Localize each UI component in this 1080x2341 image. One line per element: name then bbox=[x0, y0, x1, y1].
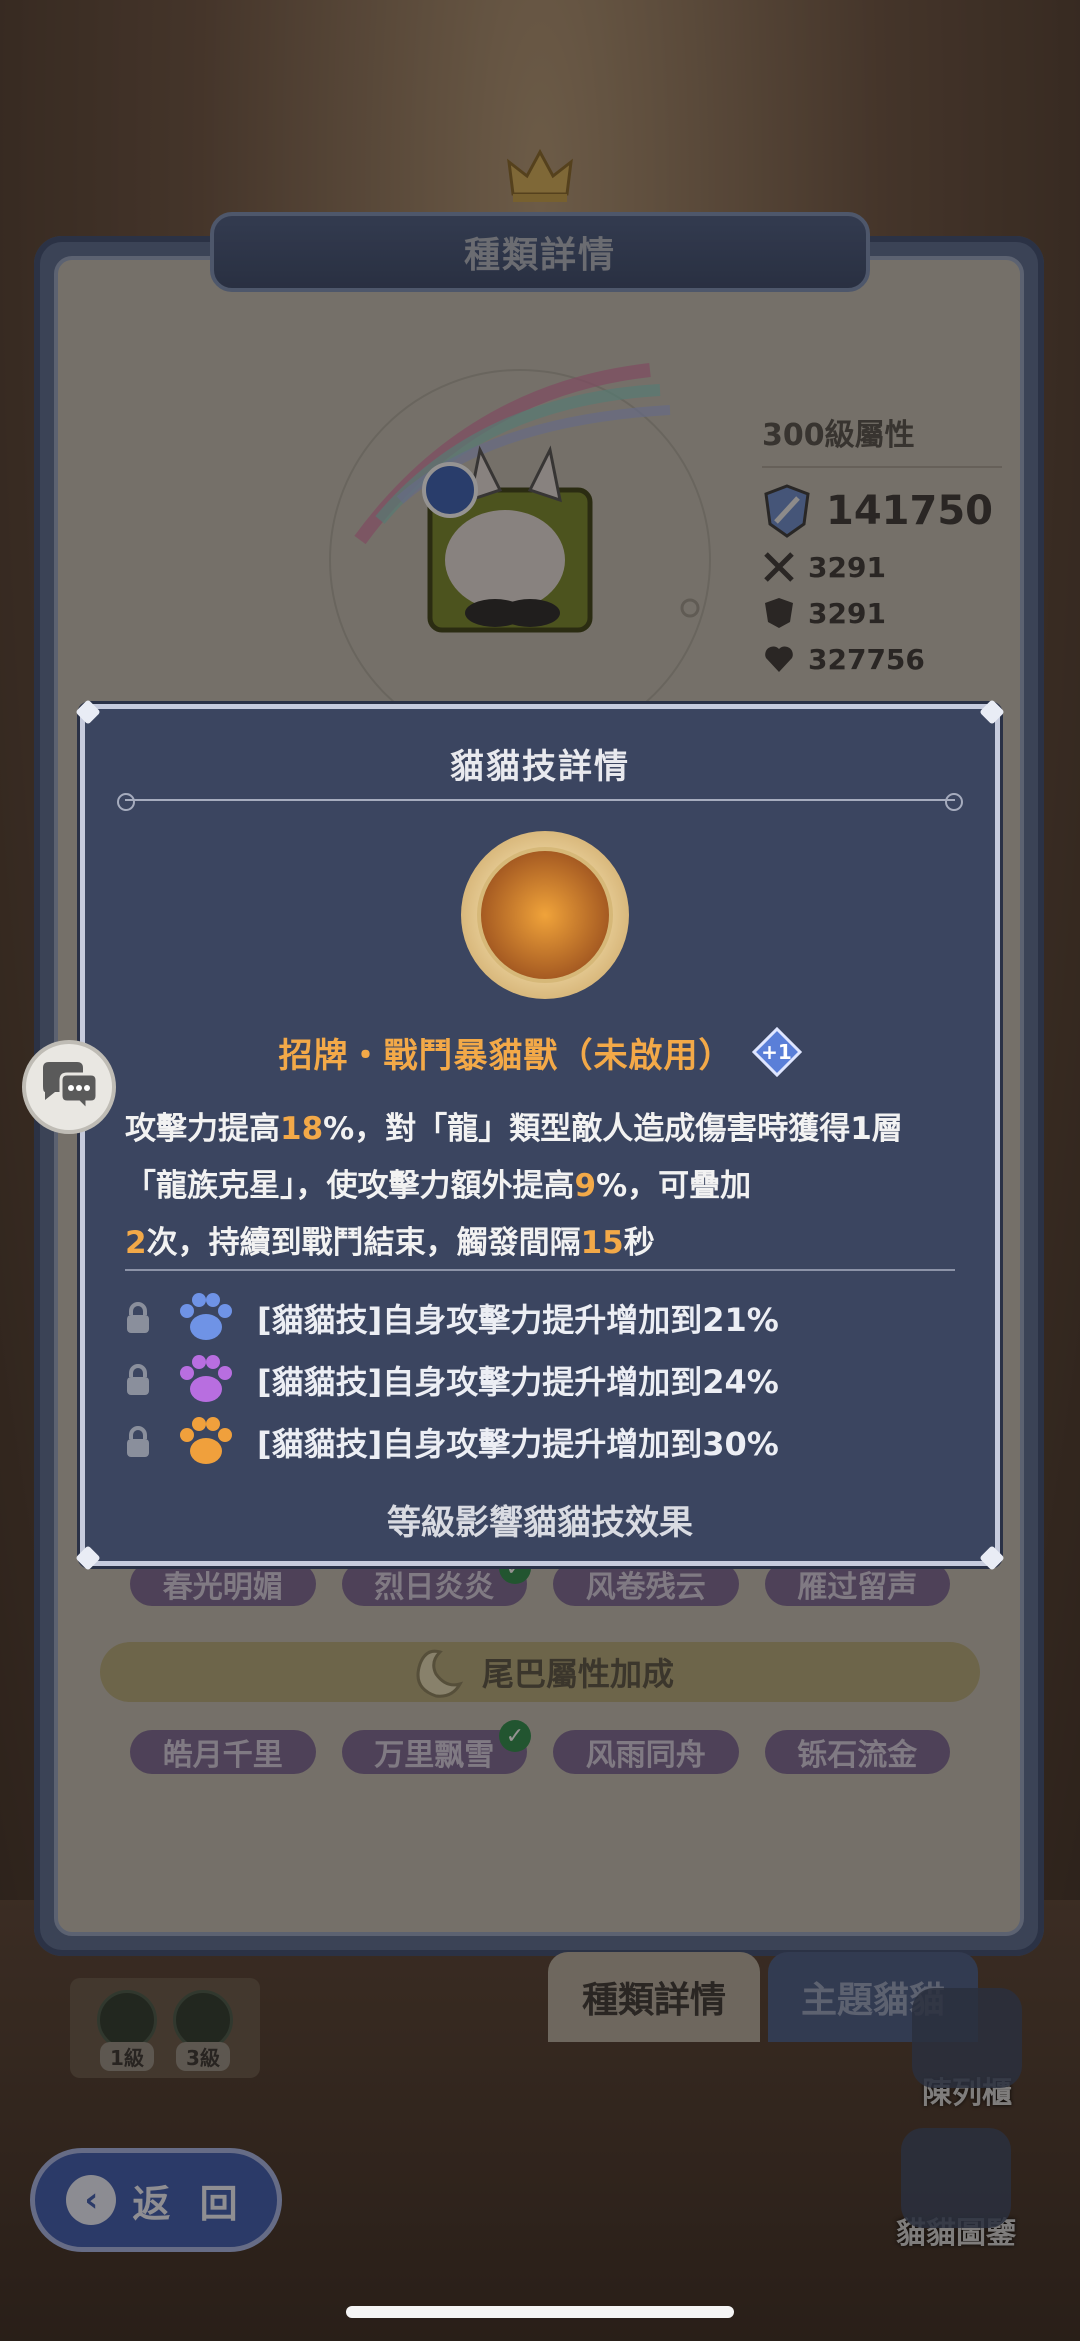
purple-paw-icon bbox=[180, 1355, 232, 1402]
skill-icon bbox=[461, 831, 629, 999]
title-divider bbox=[117, 793, 963, 811]
description-divider bbox=[125, 1269, 955, 1271]
bonus-text: [貓貓技]自身攻擊力提升增加到24% bbox=[257, 1363, 779, 1401]
skill-description: 攻擊力提高18%，對「龍」類型敵人造成傷害時獲得1層「龍族克星」，使攻擊力額外提… bbox=[125, 1111, 903, 1261]
lock-icon bbox=[127, 1426, 149, 1457]
skill-bonus-row: [貓貓技]自身攻擊力提升增加到24% bbox=[121, 1353, 779, 1407]
plus-one-badge[interactable]: +1 bbox=[751, 1026, 802, 1078]
highlight-value: 15 bbox=[580, 1225, 624, 1261]
highlight-value: 9 bbox=[574, 1168, 597, 1204]
skill-name: 招牌・戰鬥暴貓獸（未啟用） bbox=[278, 1035, 734, 1076]
lock-icon bbox=[127, 1302, 149, 1333]
level-effect-note: 等級影響貓貓技效果 bbox=[387, 1503, 693, 1543]
home-indicator[interactable] bbox=[346, 2306, 734, 2318]
bonus-text: [貓貓技]自身攻擊力提升增加到21% bbox=[257, 1301, 779, 1339]
chat-button[interactable] bbox=[22, 1040, 116, 1134]
bonus-text: [貓貓技]自身攻擊力提升增加到30% bbox=[257, 1425, 779, 1463]
chat-bubbles-icon bbox=[43, 1062, 99, 1114]
skill-name-row: 招牌・戰鬥暴貓獸（未啟用） +1 bbox=[85, 1026, 995, 1078]
cat-skill-details-modal: 貓貓技詳情 招牌・戰鬥暴貓獸（未啟用） +1 攻擊力提高18%，對「龍」類型敵人… bbox=[75, 699, 1005, 1571]
lock-icon bbox=[127, 1364, 149, 1395]
skill-bonus-row: [貓貓技]自身攻擊力提升增加到21% bbox=[121, 1291, 779, 1345]
skill-bonus-row: [貓貓技]自身攻擊力提升增加到30% bbox=[121, 1415, 779, 1469]
highlight-value: 2 bbox=[125, 1225, 147, 1261]
highlight-value: 18 bbox=[280, 1111, 324, 1147]
fox-cat-skill-icon bbox=[477, 847, 613, 983]
orange-paw-icon bbox=[180, 1417, 232, 1464]
blue-paw-icon bbox=[180, 1293, 232, 1340]
modal-title: 貓貓技詳情 bbox=[450, 747, 630, 787]
